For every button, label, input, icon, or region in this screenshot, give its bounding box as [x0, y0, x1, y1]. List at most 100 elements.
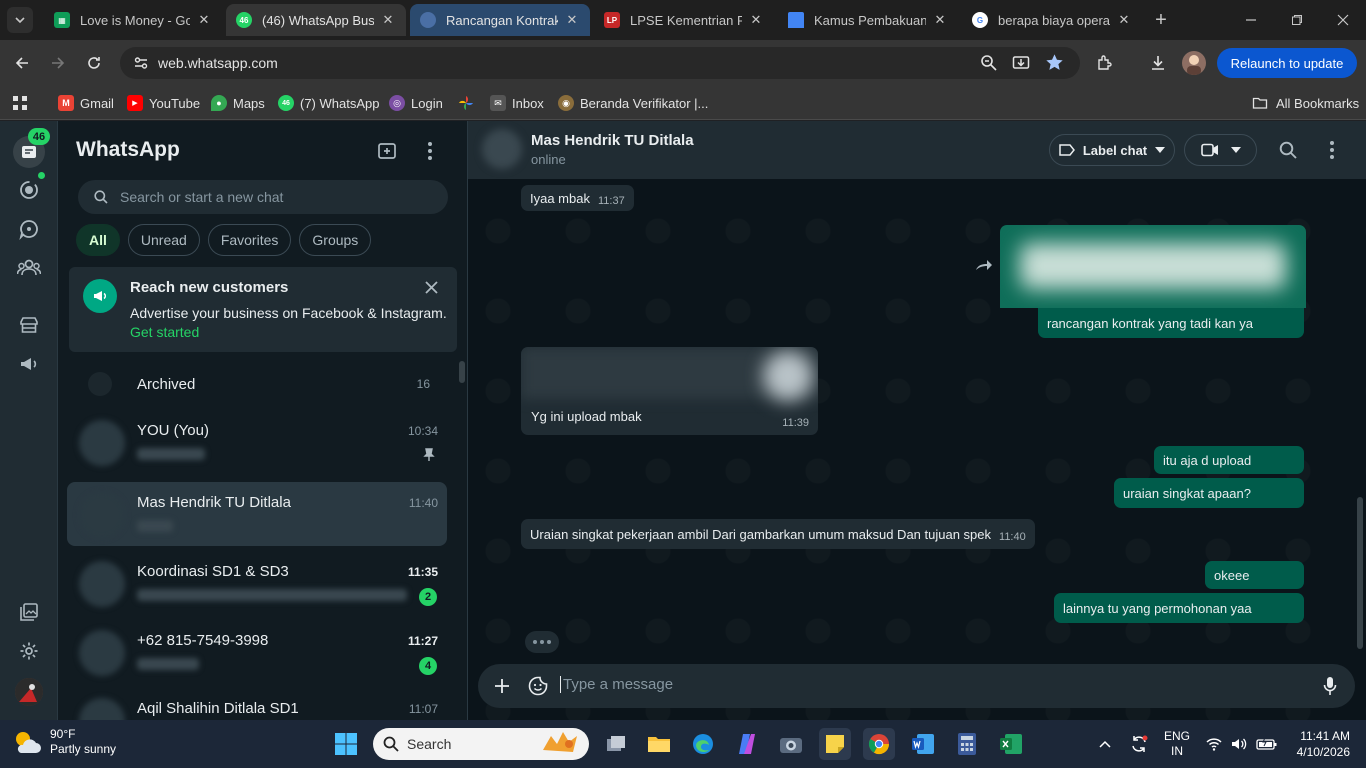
camera-app[interactable]	[775, 728, 807, 760]
filter-all[interactable]: All	[76, 224, 120, 256]
close-tab-icon[interactable]: ✕	[932, 12, 948, 28]
language-indicator[interactable]: ENG IN	[1164, 720, 1190, 768]
close-window-button[interactable]	[1320, 0, 1366, 40]
taskbar-search[interactable]: Search	[373, 728, 589, 760]
calculator-app[interactable]	[951, 728, 983, 760]
message-outgoing[interactable]: lainnya tu yang permohonan yaa	[1054, 593, 1304, 623]
chat-row-koordinasi[interactable]: Koordinasi SD1 & SD3 11:35 2	[67, 551, 447, 615]
zoom-icon[interactable]	[980, 54, 998, 72]
message-incoming[interactable]: Uraian singkat pekerjaan ambil Dari gamb…	[521, 519, 1035, 549]
sticky-notes-app[interactable]	[819, 728, 851, 760]
back-button[interactable]	[10, 51, 34, 75]
show-hidden-icons-button[interactable]	[1098, 720, 1112, 768]
status-nav-button[interactable]	[15, 176, 43, 204]
start-button[interactable]	[330, 728, 362, 760]
copilot-app[interactable]	[731, 728, 763, 760]
browser-tab-rancangan-kontrak[interactable]: Rancangan Kontrak P ✕	[410, 4, 590, 36]
bookmark-beranda-verifikator[interactable]: ◉ Beranda Verifikator |...	[558, 93, 708, 113]
bookmark-inbox[interactable]: ✉ Inbox	[490, 93, 544, 113]
close-tab-icon[interactable]: ✕	[748, 12, 764, 28]
bookmark-whatsapp[interactable]: 46 (7) WhatsApp	[278, 93, 379, 113]
attach-button[interactable]	[490, 674, 514, 698]
browser-tab-whatsapp[interactable]: 46 (46) WhatsApp Busine ✕	[226, 4, 406, 36]
conversation-header[interactable]: Mas Hendrik TU Ditlala online Label chat	[468, 121, 1366, 179]
profile-photo[interactable]	[15, 678, 43, 706]
close-tab-icon[interactable]: ✕	[564, 12, 580, 28]
image-message-incoming[interactable]: Yg ini upload mbak 11:39	[521, 347, 818, 435]
address-bar[interactable]: web.whatsapp.com	[120, 47, 1080, 79]
relaunch-to-update-button[interactable]: Relaunch to update	[1217, 48, 1357, 78]
bookmark-maps[interactable]: ● Maps	[211, 93, 265, 113]
message-outgoing[interactable]: okeee	[1205, 561, 1304, 589]
quick-settings-button[interactable]	[1206, 720, 1278, 768]
communities-nav-button[interactable]	[15, 254, 43, 282]
bookmark-star-icon[interactable]	[1045, 53, 1064, 72]
promo-get-started-link[interactable]: Get started	[130, 324, 199, 340]
install-app-icon[interactable]	[1012, 54, 1030, 72]
menu-button[interactable]	[418, 139, 442, 163]
image-message-outgoing[interactable]	[1000, 225, 1306, 308]
bookmark-gmail[interactable]: M Gmail	[58, 93, 114, 113]
clock[interactable]: 11:41 AM 4/10/2026	[1294, 720, 1350, 768]
close-tab-icon[interactable]: ✕	[380, 12, 396, 28]
contact-avatar[interactable]	[482, 129, 522, 169]
edge-app[interactable]	[687, 728, 719, 760]
advertise-nav-button[interactable]	[15, 350, 43, 378]
chat-list-scrollbar[interactable]	[459, 361, 465, 383]
search-input[interactable]: Search or start a new chat	[78, 180, 448, 214]
conversation-scrollbar[interactable]	[1357, 497, 1363, 649]
forward-button[interactable]	[46, 51, 70, 75]
extensions-icon[interactable]	[1093, 51, 1117, 75]
bookmark-photos[interactable]	[458, 93, 474, 113]
downloads-icon[interactable]	[1146, 51, 1170, 75]
message-outgoing[interactable]: itu aja d upload	[1154, 446, 1304, 474]
profile-avatar[interactable]	[1182, 51, 1206, 75]
new-tab-button[interactable]: +	[1150, 9, 1172, 31]
chat-row-mas-hendrik[interactable]: Mas Hendrik TU Ditlala 11:40	[67, 482, 447, 546]
task-view-app[interactable]	[600, 728, 632, 760]
url-text[interactable]: web.whatsapp.com	[158, 55, 1080, 71]
file-explorer-app[interactable]	[643, 728, 675, 760]
weather-widget[interactable]: 90°F Partly sunny	[12, 727, 116, 757]
media-nav-button[interactable]	[15, 598, 43, 626]
contact-name[interactable]: Mas Hendrik TU Ditlala	[531, 132, 694, 149]
reload-button[interactable]	[82, 51, 106, 75]
restore-button[interactable]	[1274, 0, 1320, 40]
tab-search-button[interactable]	[0, 0, 40, 40]
close-tab-icon[interactable]: ✕	[196, 12, 212, 28]
emoji-button[interactable]	[526, 674, 550, 698]
close-promo-button[interactable]	[421, 277, 441, 297]
new-chat-button[interactable]	[375, 139, 399, 163]
filter-groups[interactable]: Groups	[299, 224, 372, 256]
channels-nav-button[interactable]	[15, 215, 43, 243]
message-outgoing[interactable]: rancangan kontrak yang tadi kan ya	[1038, 308, 1304, 338]
sync-tray-button[interactable]	[1129, 720, 1149, 768]
message-incoming[interactable]: Iyaa mbak 11:37	[521, 185, 634, 211]
bookmark-login[interactable]: ◎ Login	[389, 93, 443, 113]
settings-nav-button[interactable]	[15, 637, 43, 665]
excel-app[interactable]	[995, 728, 1027, 760]
message-outgoing[interactable]: uraian singkat apaan?	[1114, 478, 1304, 508]
filter-favorites[interactable]: Favorites	[207, 224, 292, 256]
browser-tab-lpse[interactable]: LP LPSE Kementrian Pert ✕	[594, 4, 774, 36]
browser-tab-love-is-money[interactable]: ▦ Love is Money - Goog ✕	[44, 4, 222, 36]
close-tab-icon[interactable]: ✕	[1116, 12, 1132, 28]
video-call-button[interactable]	[1184, 134, 1257, 166]
browser-tab-kamus[interactable]: Kamus Pembakuan St ✕	[778, 4, 958, 36]
message-composer[interactable]: Type a message	[478, 664, 1355, 708]
chrome-app[interactable]	[863, 728, 895, 760]
archived-row[interactable]: Archived 16	[58, 361, 458, 407]
site-settings-icon[interactable]	[130, 52, 152, 74]
bookmark-youtube[interactable]: ▶ YouTube	[127, 93, 200, 113]
chat-row-phone[interactable]: +62 815-7549-3998 11:27 4	[67, 620, 447, 684]
conversation-menu-button[interactable]	[1320, 138, 1344, 162]
message-input[interactable]: Type a message	[560, 676, 673, 693]
label-chat-button[interactable]: Label chat	[1049, 134, 1175, 166]
minimize-button[interactable]	[1228, 0, 1274, 40]
forward-icon[interactable]	[973, 255, 995, 277]
filter-unread[interactable]: Unread	[127, 224, 200, 256]
chat-row-you[interactable]: YOU (You) 10:34	[67, 410, 447, 474]
catalog-nav-button[interactable]	[15, 311, 43, 339]
apps-grid-button[interactable]	[12, 93, 28, 113]
all-bookmarks-button[interactable]: All Bookmarks	[1252, 93, 1359, 113]
